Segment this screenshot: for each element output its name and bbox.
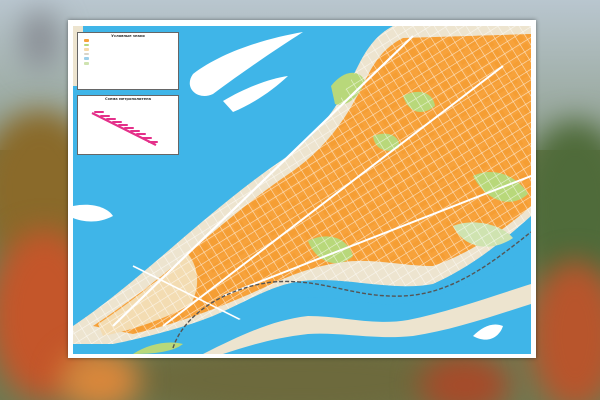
metro-station (100, 115, 110, 117)
legend-item (84, 61, 178, 66)
metro-station (136, 133, 146, 135)
metro-stations (94, 111, 158, 143)
metro-line-diagram (91, 111, 158, 146)
metro-scheme: Схема метрополитена (77, 95, 179, 155)
metro-line (91, 112, 157, 146)
metro-station (124, 127, 134, 129)
legend-swatch (84, 48, 89, 51)
metro-station (106, 118, 116, 120)
legend-swatch (84, 43, 89, 47)
metro-station (130, 130, 140, 132)
city-map[interactable]: Условные знаки Схема метрополитена (73, 26, 531, 354)
legend-swatch (84, 52, 89, 56)
background-building (20, 10, 60, 70)
legend-swatch (84, 39, 89, 42)
metro-station (118, 124, 128, 126)
legend-swatch (84, 57, 89, 60)
metro-station (112, 121, 122, 123)
metro-station (94, 111, 104, 113)
metro-station (142, 137, 152, 139)
metro-station (148, 141, 158, 143)
map-frame: Условные знаки Схема метрополитена (68, 20, 536, 358)
legend-swatch (84, 61, 89, 65)
legend: Условные знаки (77, 32, 179, 90)
